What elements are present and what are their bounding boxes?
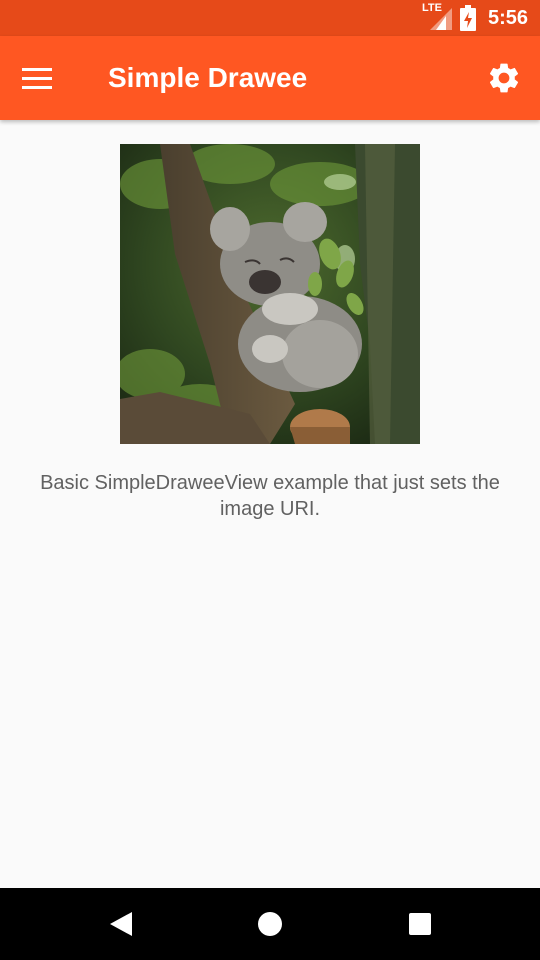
app-bar: Simple Drawee: [0, 36, 540, 120]
home-icon[interactable]: [254, 908, 286, 940]
navigation-bar: [0, 888, 540, 960]
status-icons: LTE 5:56: [422, 0, 528, 36]
status-time: 5:56: [487, 6, 528, 29]
back-icon[interactable]: [106, 908, 138, 940]
network-type-label: LTE: [421, 2, 442, 14]
status-bar: LTE 5:56: [0, 0, 540, 36]
hamburger-menu-icon[interactable]: [22, 60, 62, 96]
signal-icon: LTE: [422, 2, 452, 30]
description-text: Basic SimpleDraweeView example that just…: [40, 472, 500, 520]
gear-icon[interactable]: [486, 60, 522, 96]
koala-photo: [120, 144, 420, 444]
recents-icon[interactable]: [404, 908, 436, 940]
battery-icon: [459, 5, 476, 31]
app-title: Simple Drawee: [108, 62, 308, 93]
